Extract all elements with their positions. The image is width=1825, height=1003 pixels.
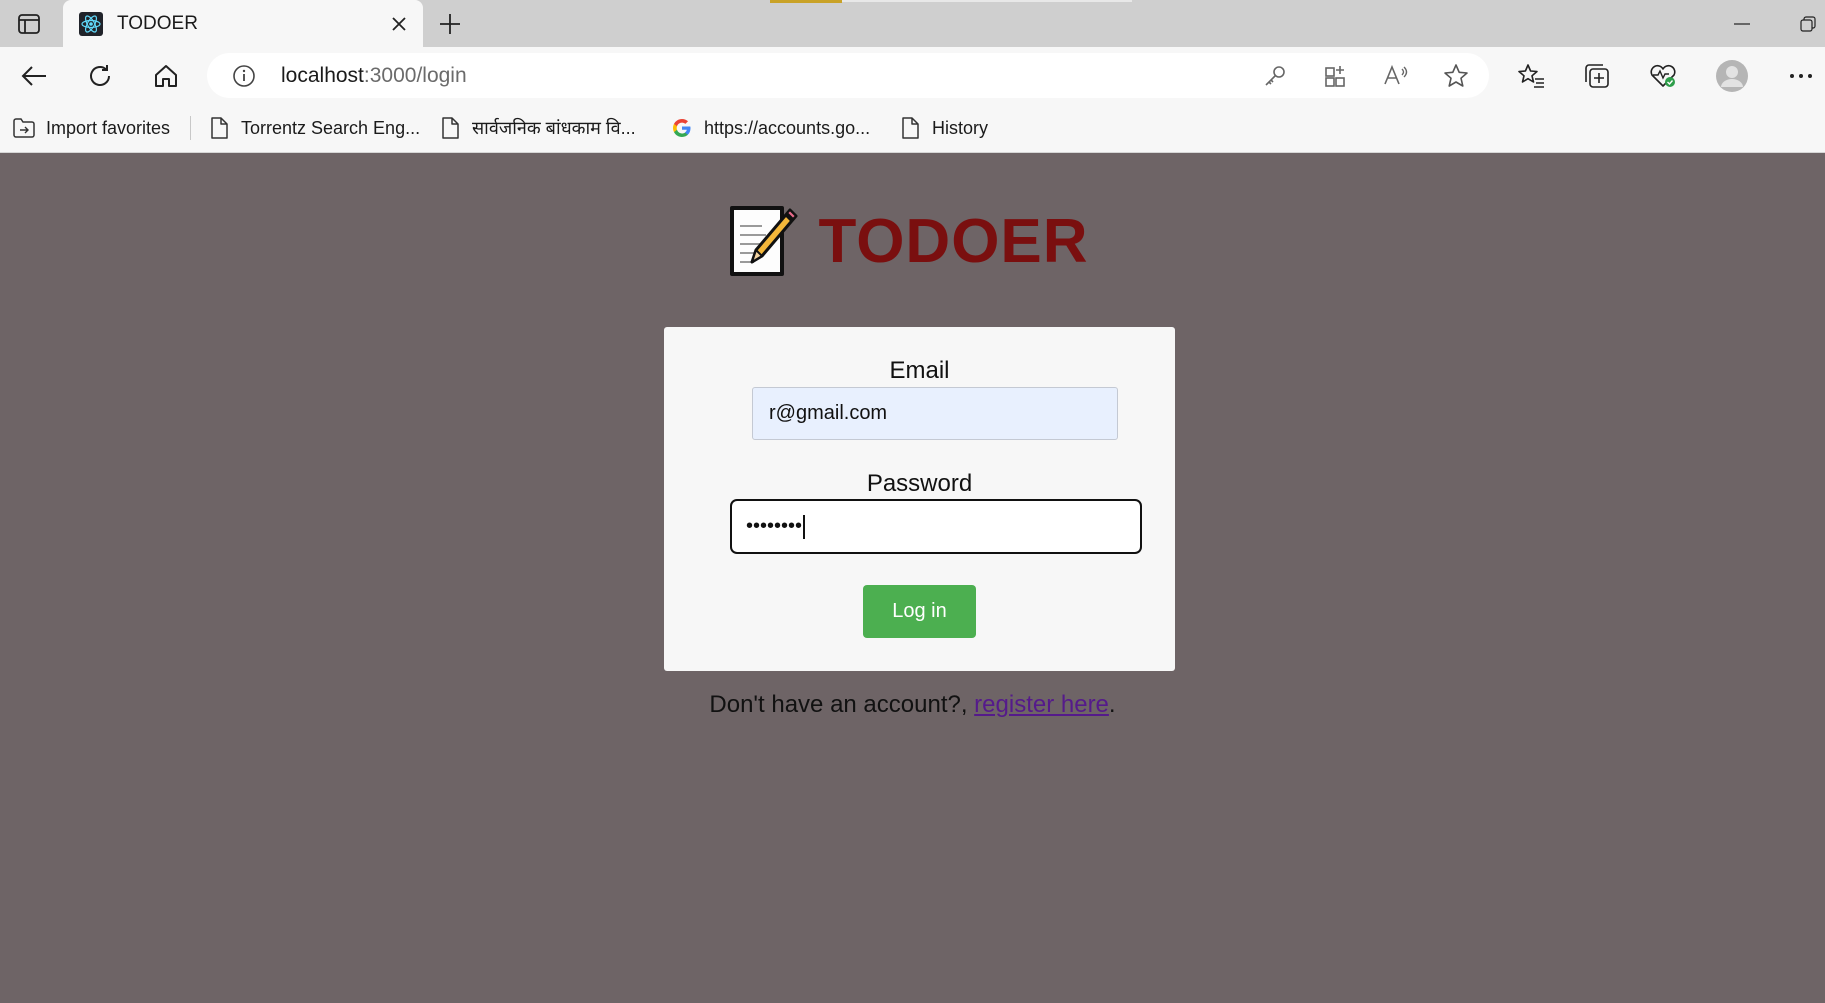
register-prompt: Don't have an account?, register here. [0, 691, 1825, 719]
app-title: TODOER [818, 206, 1089, 276]
favorite-label: सार्वजनिक बांधकाम वि... [472, 118, 636, 138]
tab-strip: TODOER [0, 0, 1825, 47]
back-icon[interactable] [14, 56, 54, 96]
page-icon [207, 116, 231, 140]
favorite-history[interactable]: History [898, 104, 988, 152]
favorite-label: https://accounts.go... [704, 117, 871, 138]
page-icon [898, 116, 922, 140]
password-value: •••••••• [746, 515, 803, 537]
favorite-torrentz[interactable]: Torrentz Search Eng... [207, 104, 420, 152]
minimize-icon[interactable] [1722, 6, 1762, 42]
email-label: Email [889, 357, 950, 384]
google-icon [670, 116, 694, 140]
favorites-icon[interactable] [1511, 56, 1551, 96]
read-aloud-icon[interactable] [1378, 58, 1414, 94]
browser-essentials-icon[interactable] [1643, 56, 1683, 96]
favorite-label: Import favorites [46, 117, 171, 138]
collections-icon[interactable] [1577, 56, 1617, 96]
register-suffix: . [1108, 691, 1116, 718]
page-icon [438, 116, 462, 140]
memo-icon [730, 206, 798, 276]
tab-title: TODOER [117, 12, 198, 34]
page-content: TODOER Email r@gmail.com Password ••••••… [0, 153, 1825, 1003]
password-label: Password [866, 470, 973, 497]
favorite-label: History [932, 117, 989, 138]
favorite-star-icon[interactable] [1438, 58, 1474, 94]
address-url[interactable]: localhost:3000/login [281, 64, 467, 88]
apps-icon[interactable] [1318, 58, 1354, 94]
profile-avatar[interactable] [1712, 56, 1752, 96]
register-link[interactable]: register here [974, 691, 1109, 718]
login-button[interactable]: Log in [863, 585, 976, 638]
favorites-separator [190, 116, 191, 140]
tab-strip-highlight [842, 0, 1132, 2]
password-field[interactable]: •••••••• [730, 499, 1142, 554]
address-bar[interactable]: localhost:3000/login [207, 53, 1489, 98]
email-field[interactable]: r@gmail.com [752, 387, 1118, 440]
favorite-label: Torrentz Search Eng... [241, 117, 421, 138]
import-folder-icon [12, 116, 36, 140]
browser-toolbar: localhost:3000/login [0, 47, 1825, 104]
tab-strip-accent [770, 0, 842, 3]
close-tab-icon[interactable] [379, 4, 419, 44]
login-card: Email r@gmail.com Password •••••••• Log … [664, 327, 1175, 671]
favorite-google-accounts[interactable]: https://accounts.go... [670, 104, 870, 152]
new-tab-icon[interactable] [432, 6, 468, 42]
address-path: :3000/login [363, 64, 467, 87]
address-host: localhost [281, 64, 364, 87]
restore-window-icon[interactable] [1790, 6, 1825, 42]
more-options-icon[interactable] [1781, 56, 1821, 96]
key-icon[interactable] [1257, 58, 1293, 94]
register-prefix: Don't have an account?, [709, 691, 975, 718]
home-icon[interactable] [146, 56, 186, 96]
tab-active[interactable]: TODOER [63, 0, 423, 47]
favorite-import[interactable]: Import favorites [12, 104, 170, 152]
tab-actions-icon[interactable] [12, 10, 46, 38]
text-caret [803, 514, 805, 539]
favorite-pwd[interactable]: सार्वजनिक बांधकाम वि... [438, 104, 636, 152]
react-icon [79, 11, 103, 36]
refresh-icon[interactable] [80, 56, 120, 96]
site-info-icon[interactable] [229, 61, 259, 91]
favorites-bar: Import favorites Torrentz Search Eng... … [0, 104, 1825, 153]
app-header: TODOER [0, 201, 1825, 281]
